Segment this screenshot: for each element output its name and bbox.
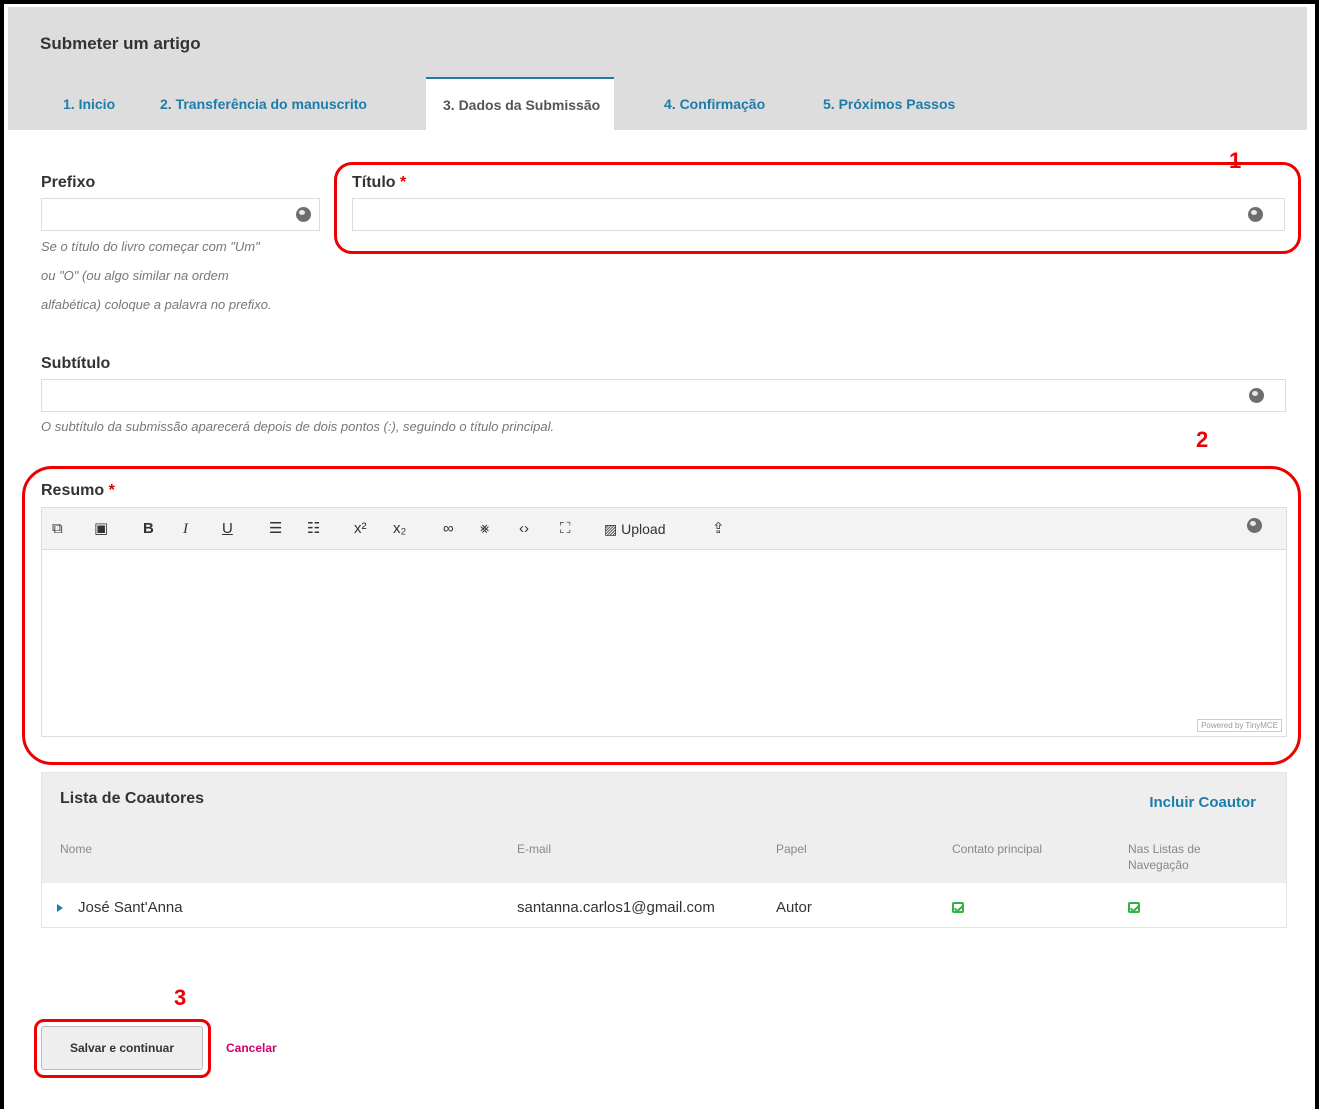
column-header-primary-contact: Contato principal [952,842,1043,856]
tab-confirmacao[interactable]: 4. Confirmação [664,96,765,112]
superscript-icon[interactable]: x² [354,519,367,539]
image-icon: ▨ [604,521,618,537]
file-upload-icon[interactable]: ⇪ [712,519,725,539]
upload-label: Upload [621,521,666,537]
abstract-editor[interactable]: Powered by TinyMCE [41,549,1287,737]
coauthor-name: José Sant'Anna [78,899,183,916]
powered-by-tinymce: Powered by TinyMCE [1197,719,1282,732]
paste-icon[interactable]: ▣ [94,519,108,539]
column-header-role: Papel [776,842,807,856]
page-title: Submeter um artigo [40,34,201,53]
coauthor-email: santanna.carlos1@gmail.com [517,899,715,916]
coauthor-role: Autor [776,899,812,916]
column-header-browse-lists: Nas Listas de Navegação [1128,842,1201,872]
browse-lists-check-icon [1128,902,1140,913]
prefix-hint-line: alfabética) coloque a palavra no prefixo… [41,297,272,312]
tab-inicio[interactable]: 1. Inicio [63,96,115,112]
italic-icon[interactable]: I [183,519,188,539]
subtitle-label: Subtítulo [41,355,111,372]
globe-icon[interactable] [296,207,311,222]
bullet-list-icon[interactable]: ☰ [269,519,282,539]
fullscreen-icon[interactable]: ⛶ [560,519,571,539]
required-mark: * [108,482,115,499]
subtitle-hint: O subtítulo da submissão aparecerá depoi… [41,419,555,434]
copy-icon[interactable]: ⧉ [52,519,63,539]
primary-contact-check-icon [952,902,964,913]
annotation-number-2: 2 [1196,427,1209,452]
prefix-hint-line: ou "O" (ou algo similar na ordem [41,268,229,283]
bold-icon[interactable]: B [143,519,154,539]
tab-transferencia[interactable]: 2. Transferência do manuscrito [160,96,367,112]
save-continue-button[interactable]: Salvar e continuar [41,1026,203,1070]
title-label: Título * [352,174,406,192]
tab-dados-submissao[interactable]: 3. Dados da Submissão [426,77,614,130]
globe-icon[interactable] [1249,388,1264,403]
column-header-name: Nome [60,842,93,856]
prefix-hint-line: Se o título do livro começar com "Um" [41,239,260,254]
required-mark: * [400,174,407,191]
annotation-number-3: 3 [174,985,187,1010]
prefix-input[interactable] [41,198,320,231]
column-header-email: E-mail [517,842,552,856]
coauthors-grid: Lista de Coautores Incluir Coautor Nome … [41,772,1287,928]
page-header: Submeter um artigo 1. Inicio 2. Transfer… [8,7,1307,130]
coauthors-title: Lista de Coautores [60,790,205,807]
code-icon[interactable]: ‹› [519,519,529,539]
title-label-text: Título [352,174,396,191]
editor-toolbar: ⧉ ▣ B I U ☰ ☷ x² x₂ ∞ ⨳ ‹› ⛶ ▨ Upload ⇪ [41,507,1287,550]
add-coauthor-link[interactable]: Incluir Coautor [1149,794,1256,811]
title-input[interactable] [352,198,1285,231]
abstract-label: Resumo * [41,482,115,500]
unlink-icon[interactable]: ⨳ [480,519,489,539]
coauthors-header: Lista de Coautores Incluir Coautor Nome … [42,773,1286,883]
image-upload-button[interactable]: ▨ Upload [604,519,666,539]
subtitle-input[interactable] [41,379,1286,412]
tab-proximos-passos[interactable]: 5. Próximos Passos [823,96,955,112]
subscript-icon[interactable]: x₂ [393,519,406,539]
numbered-list-icon[interactable]: ☷ [307,519,320,539]
prefix-label: Prefixo [41,174,96,191]
underline-icon[interactable]: U [222,519,233,539]
globe-icon[interactable] [1247,518,1262,533]
link-icon[interactable]: ∞ [443,519,454,539]
abstract-label-text: Resumo [41,482,105,499]
cancel-link[interactable]: Cancelar [226,1041,277,1055]
expand-row-icon[interactable] [57,904,63,912]
globe-icon[interactable] [1248,207,1263,222]
prefix-hint: Se o título do livro começar com "Um" ou… [41,232,272,319]
